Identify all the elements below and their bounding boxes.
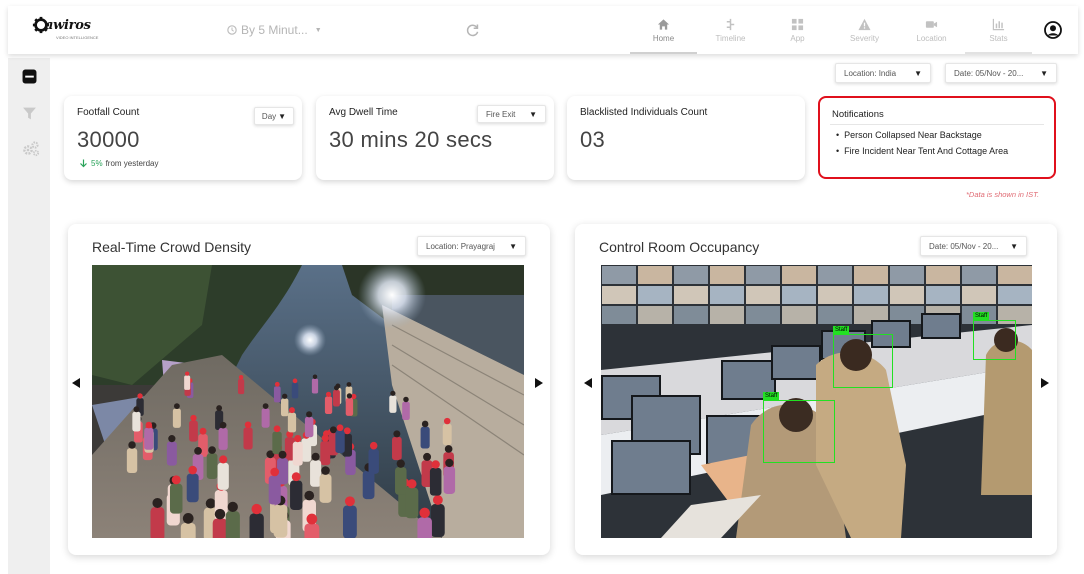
bar-chart-icon: [992, 18, 1005, 30]
nav-timeline-label: Timeline: [715, 33, 746, 43]
chevron-down-icon: ▼: [509, 241, 517, 251]
control-room-date-dropdown[interactable]: Date: 05/Nov - 20... ▼: [920, 236, 1027, 256]
crowd-panel-title: Real-Time Crowd Density: [92, 239, 251, 255]
chevron-down-icon: ▼: [314, 26, 322, 34]
settings-gears-icon[interactable]: [22, 140, 40, 157]
dwell-label: Avg Dwell Time: [329, 107, 398, 118]
footfall-label: Footfall Count: [77, 107, 140, 118]
footfall-card: Footfall Count Day ▼ 30000 5% from yeste…: [64, 96, 302, 180]
previous-camera-arrow[interactable]: [584, 378, 592, 388]
dwell-location-dropdown[interactable]: Fire Exit ▼: [477, 105, 546, 123]
location-filter-label: Location: India: [844, 68, 897, 78]
clock-icon: [227, 25, 237, 35]
detection-label: Staff: [763, 392, 780, 400]
top-bar: awiros VIDEO INTELLIGENCE By 5 Minut... …: [8, 6, 1078, 54]
user-account-icon[interactable]: [1044, 21, 1062, 39]
nav-home-label: Home: [652, 33, 675, 43]
notification-item[interactable]: Fire Incident Near Tent And Cottage Area: [836, 146, 1008, 156]
main-nav: Home Timeline App Severity Location Stat…: [630, 6, 1032, 54]
crowd-feed-image: [92, 265, 524, 538]
nav-app[interactable]: App: [764, 6, 831, 54]
trend-text: from yesterday: [105, 159, 159, 168]
staff-detection-box: Staff: [973, 312, 1016, 360]
footfall-value: 30000: [77, 127, 140, 152]
chevron-down-icon: ▼: [278, 111, 287, 121]
date-filter-label: Date: 05/Nov - 20...: [954, 68, 1024, 78]
warning-icon: [858, 18, 871, 30]
detection-label: Staff: [833, 326, 850, 334]
interval-label: By 5 Minut...: [241, 23, 308, 37]
nav-app-label: App: [790, 33, 805, 43]
period-label: Day: [261, 111, 277, 121]
chevron-down-icon: ▼: [529, 109, 537, 119]
next-camera-arrow[interactable]: [1041, 378, 1049, 388]
notifications-card: Notifications Person Collapsed Near Back…: [818, 96, 1056, 179]
nav-location-label: Location: [916, 33, 947, 43]
sidebar: [8, 58, 50, 574]
period-dropdown[interactable]: Day ▼: [254, 107, 294, 125]
previous-camera-arrow[interactable]: [72, 378, 80, 388]
timeline-icon: [726, 18, 735, 30]
chevron-down-icon: ▼: [1010, 241, 1018, 251]
staff-detection-box: Staff: [833, 326, 893, 388]
video-camera-icon: [925, 20, 938, 28]
detection-label: Staff: [973, 312, 990, 320]
interval-dropdown[interactable]: By 5 Minut... ▼: [227, 22, 322, 38]
arrow-down-icon: [80, 159, 87, 168]
nav-home[interactable]: Home: [630, 6, 697, 54]
staff-detection-box: Staff: [763, 392, 835, 463]
trend-percent: 5%: [91, 159, 103, 168]
nav-stats-label: Stats: [989, 33, 1008, 43]
dwell-filter-label: Fire Exit: [486, 109, 516, 119]
crowd-camera-feed: [92, 265, 524, 538]
control-room-date-label: Date: 05/Nov - 20...: [929, 241, 999, 251]
brand-name: awiros: [45, 18, 91, 33]
blacklist-card: Blacklisted Individuals Count 03: [567, 96, 805, 180]
brand-tagline: VIDEO INTELLIGENCE: [56, 35, 99, 40]
nav-timeline[interactable]: Timeline: [697, 6, 764, 54]
notification-item[interactable]: Person Collapsed Near Backstage: [836, 130, 1008, 140]
footfall-trend: 5% from yesterday: [79, 159, 158, 168]
notification-list: Person Collapsed Near Backstage Fire Inc…: [836, 130, 1008, 162]
next-camera-arrow[interactable]: [535, 378, 543, 388]
crowd-density-panel: Real-Time Crowd Density Location: Prayag…: [68, 224, 550, 555]
brand-logo[interactable]: awiros VIDEO INTELLIGENCE: [32, 16, 98, 42]
nav-severity-label: Severity: [850, 33, 879, 43]
control-room-title: Control Room Occupancy: [599, 239, 760, 255]
dwell-value: 30 mins 20 secs: [329, 127, 493, 152]
refresh-icon[interactable]: [464, 22, 481, 39]
nav-severity[interactable]: Severity: [831, 6, 898, 54]
nav-stats[interactable]: Stats: [965, 6, 1032, 54]
blacklist-label: Blacklisted Individuals Count: [580, 107, 708, 118]
notifications-title: Notifications: [832, 109, 884, 120]
timezone-note: *Data is shown in IST.: [966, 190, 1040, 199]
home-icon: [657, 18, 670, 30]
blacklist-value: 03: [580, 127, 606, 152]
chevron-down-icon: ▼: [1040, 68, 1048, 78]
app-grid-icon: [791, 18, 804, 30]
dwell-time-card: Avg Dwell Time Fire Exit ▼ 30 mins 20 se…: [316, 96, 554, 180]
nav-location[interactable]: Location: [898, 6, 965, 54]
control-room-panel: Control Room Occupancy Date: 05/Nov - 20…: [575, 224, 1057, 555]
crowd-location-dropdown[interactable]: Location: Prayagraj ▼: [417, 236, 526, 256]
filter-icon[interactable]: [22, 106, 37, 121]
chevron-down-icon: ▼: [914, 68, 922, 78]
date-filter[interactable]: Date: 05/Nov - 20... ▼: [945, 63, 1057, 83]
dashboard-toggle-icon[interactable]: [22, 69, 37, 84]
control-room-camera-feed: Staff Staff Staff: [601, 265, 1032, 538]
location-filter[interactable]: Location: India ▼: [835, 63, 931, 83]
crowd-location-label: Location: Prayagraj: [426, 241, 495, 251]
divider: [830, 124, 1044, 125]
